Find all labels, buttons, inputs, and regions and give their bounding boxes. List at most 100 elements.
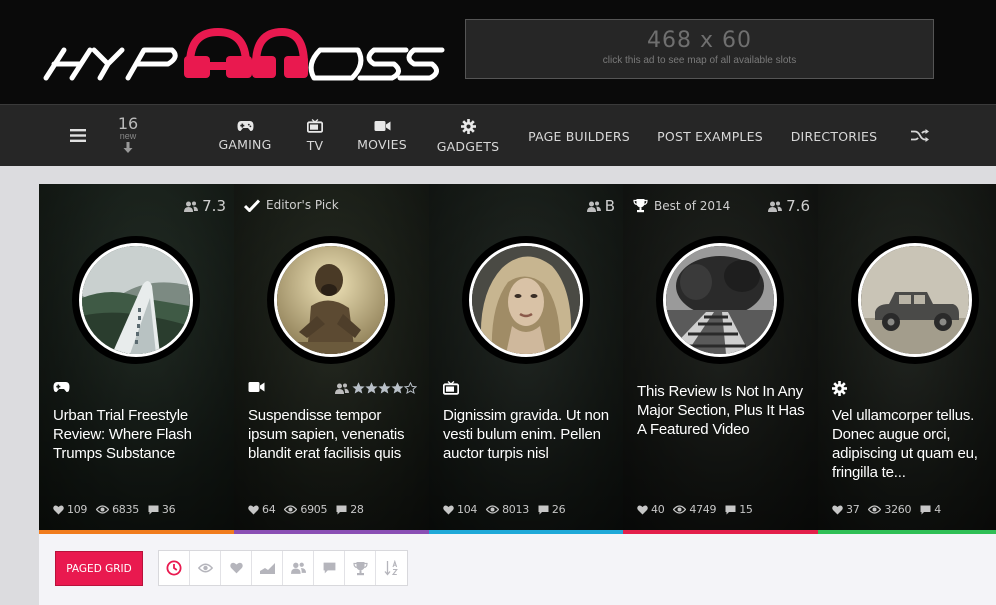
nav-item-movies[interactable]: MOVIES	[354, 105, 410, 167]
gamepad-icon	[237, 121, 253, 132]
gamepad-icon	[53, 382, 70, 393]
heart-icon	[443, 505, 454, 514]
badge-label: Editor's Pick	[266, 198, 339, 212]
views-count: 3260	[884, 503, 912, 516]
vintage-car-image	[861, 246, 969, 354]
user-rating: 7.3	[184, 197, 226, 215]
heart-icon	[229, 562, 243, 574]
featured-card[interactable]: 7.3 Urban Trial Freestyle Review: Where …	[39, 184, 234, 534]
new-label: new	[119, 131, 137, 141]
nav-item-label: GADGETS	[436, 138, 500, 154]
likes-count: 64	[262, 503, 276, 516]
users-icon	[184, 201, 199, 212]
comment-icon	[148, 505, 159, 514]
gear-icon	[832, 381, 847, 396]
users-icon	[768, 201, 783, 212]
star-rating	[335, 382, 417, 394]
card-image[interactable]	[267, 236, 395, 364]
star-outline-icon	[404, 382, 417, 394]
eye-icon	[96, 505, 110, 514]
comments-count: 28	[350, 503, 364, 516]
views-count: 6905	[300, 503, 328, 516]
comments-count: 36	[161, 503, 176, 516]
nav-item-tv[interactable]: TV	[298, 105, 332, 167]
sort-comments-button[interactable]	[314, 551, 345, 585]
card-image[interactable]	[851, 236, 979, 364]
comment-icon	[336, 505, 347, 514]
featured-card[interactable]: Best of 2014 7.6 This Review Is Not In A…	[623, 184, 818, 534]
tv-icon	[443, 381, 459, 395]
sort-latest-button[interactable]	[159, 551, 190, 585]
comment-icon	[920, 505, 931, 514]
grid-controls: PAGED GRID	[39, 534, 996, 605]
likes-count: 104	[457, 503, 478, 516]
paged-grid-button[interactable]: PAGED GRID	[55, 551, 143, 586]
video-camera-icon	[248, 382, 265, 392]
star-icon	[365, 382, 378, 394]
sort-likes-button[interactable]	[221, 551, 252, 585]
chart-icon	[259, 563, 275, 574]
card-stats: 40 4749 15	[637, 503, 762, 516]
check-icon	[244, 198, 260, 212]
trophy-icon	[352, 561, 368, 575]
views-count: 6835	[112, 503, 139, 516]
card-title[interactable]: This Review Is Not In Any Major Section,…	[637, 382, 811, 439]
nav-item-gadgets[interactable]: GADGETS	[436, 105, 500, 167]
nav-item-directories[interactable]: DIRECTORIES	[790, 105, 878, 167]
star-icon	[391, 382, 404, 394]
card-title[interactable]: Suspendisse tempor ipsum sapien, venenat…	[248, 406, 422, 463]
featured-card[interactable]: B Dignissim gravida. Ut non vesti bulum …	[429, 184, 623, 534]
eye-icon	[486, 505, 500, 514]
nav-item-gaming[interactable]: GAMING	[216, 105, 274, 167]
eye-icon	[197, 563, 213, 573]
heart-icon	[832, 505, 843, 514]
user-rating: 7.6	[768, 197, 810, 215]
users-icon	[290, 562, 306, 574]
sort-trending-button[interactable]	[252, 551, 283, 585]
card-title[interactable]: Vel ullamcorper tellus. Donec augue orci…	[832, 406, 996, 482]
rating-value: 7.3	[202, 197, 226, 215]
card-image[interactable]	[656, 236, 784, 364]
nav-item-label: POST EXAMPLES	[657, 128, 763, 144]
likes-count: 109	[67, 503, 88, 516]
eye-icon	[673, 505, 687, 514]
sort-awards-button[interactable]	[345, 551, 376, 585]
card-title[interactable]: Dignissim gravida. Ut non vesti bulum en…	[443, 406, 617, 463]
sort-user-rating-button[interactable]	[283, 551, 314, 585]
nav-item-page-builders[interactable]: PAGE BUILDERS	[528, 105, 630, 167]
trophy-icon	[633, 199, 648, 213]
badge-label: Best of 2014	[654, 198, 731, 213]
card-image[interactable]	[72, 236, 200, 364]
featured-card[interactable]: Editor's Pick Suspendisse tempor ipsum s…	[234, 184, 429, 534]
ad-banner[interactable]: 468 x 60 click this ad to see map of all…	[465, 19, 934, 79]
nav-item-label: DIRECTORIES	[790, 128, 878, 144]
star-icon	[352, 382, 365, 394]
nav-item-post-examples[interactable]: POST EXAMPLES	[656, 105, 764, 167]
main-nav: 16 new GAMING TV MOVIES GADGETS PAGE BUI…	[0, 104, 996, 166]
comment-icon	[323, 562, 335, 574]
nav-item-label: PAGE BUILDERS	[528, 128, 630, 144]
user-rating: B	[586, 197, 615, 215]
site-logo[interactable]	[42, 28, 446, 82]
new-posts-counter[interactable]: 16 new	[113, 115, 143, 154]
card-title[interactable]: Urban Trial Freestyle Review: Where Flas…	[53, 406, 227, 463]
airplane-image	[82, 246, 190, 354]
shuffle-icon[interactable]	[911, 129, 929, 142]
editors-pick-badge: Editor's Pick	[244, 198, 339, 212]
card-stats: 37 3260 4	[832, 503, 950, 516]
sort-alphabetical-button[interactable]	[376, 551, 407, 585]
new-count: 16	[117, 114, 139, 133]
views-count: 4749	[689, 503, 717, 516]
gas-mask-soldier-image	[277, 246, 385, 354]
eye-icon	[284, 505, 298, 514]
sort-views-button[interactable]	[190, 551, 221, 585]
comment-icon	[725, 505, 736, 514]
card-image[interactable]	[462, 236, 590, 364]
railway-image	[666, 246, 774, 354]
heart-icon	[637, 505, 648, 514]
menu-icon[interactable]	[70, 129, 86, 142]
ad-note: click this ad to see map of all availabl…	[602, 55, 797, 66]
featured-card[interactable]: Vel ullamcorper tellus. Donec augue orci…	[818, 184, 996, 534]
video-camera-icon	[374, 121, 390, 131]
comments-count: 26	[551, 503, 566, 516]
